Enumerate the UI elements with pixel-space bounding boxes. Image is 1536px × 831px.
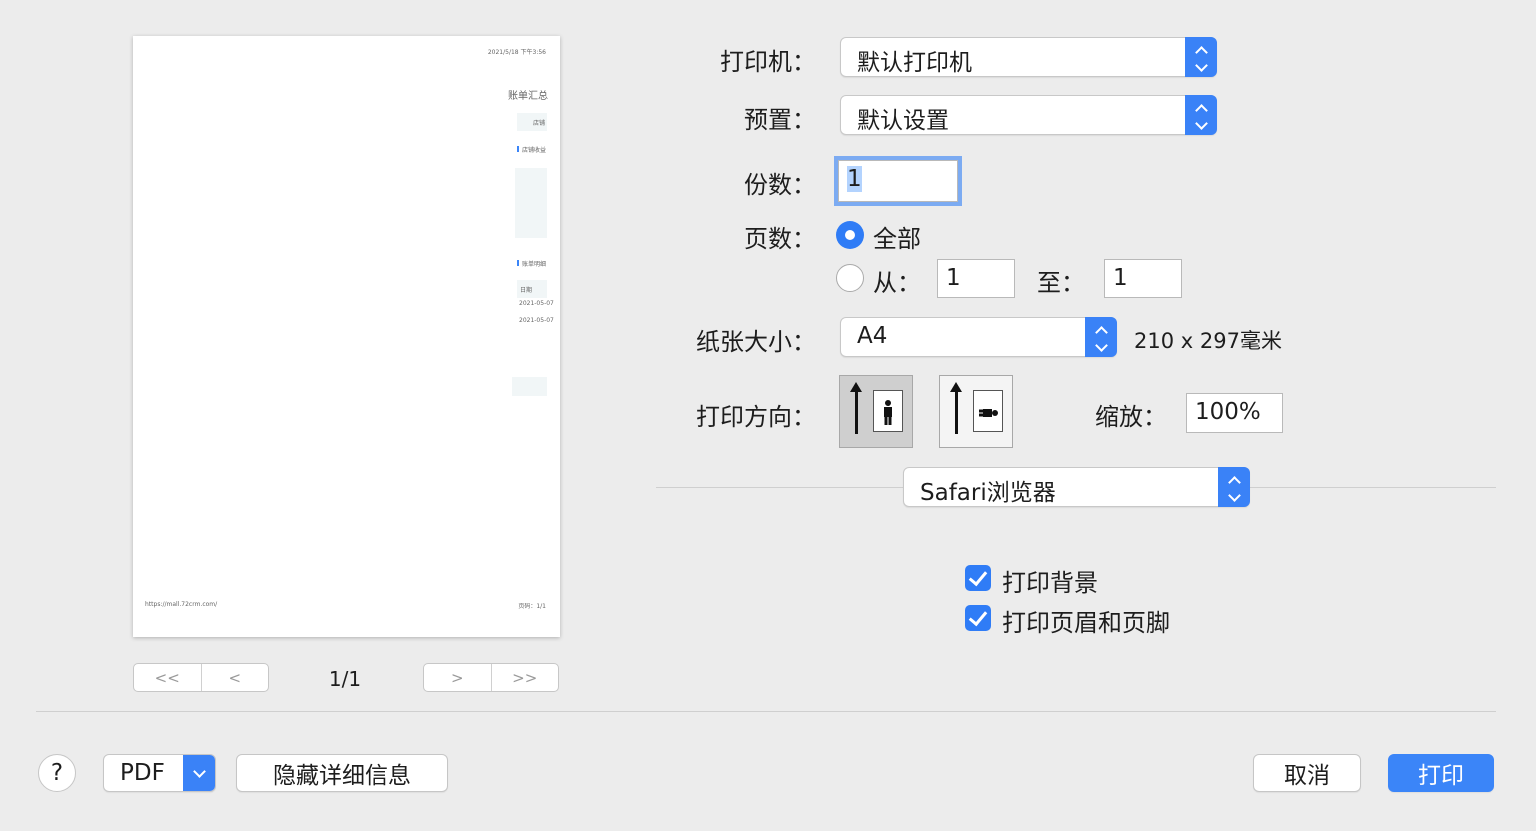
first-page-button[interactable]: << [134, 664, 201, 691]
print-background-label: 打印背景 [1002, 569, 1098, 597]
preview-section-marker [517, 146, 519, 152]
next-page-button[interactable]: > [424, 664, 491, 691]
up-down-chevron-icon [1185, 95, 1217, 135]
preview-col-date: 日期 [520, 287, 533, 294]
print-header-footer-label: 打印页眉和页脚 [1002, 609, 1170, 637]
printer-select[interactable]: 默认打印机 [840, 37, 1217, 77]
bottom-divider [36, 711, 1496, 712]
preview-timestamp: 2021/5/18 下午3:56 [487, 49, 546, 56]
pages-all-radio[interactable] [836, 221, 864, 249]
chevron-down-icon [183, 755, 215, 791]
preview-footer-url: https://mall.72crm.com/ [145, 601, 218, 608]
preview-row-1: 2021-05-07 [519, 300, 554, 307]
preview-store-box: 店铺 [517, 113, 547, 131]
preview-section-income: 店铺收益 [522, 147, 547, 154]
checkmark-icon [968, 566, 988, 586]
help-button[interactable]: ? [38, 754, 76, 792]
preset-label: 预置： [744, 106, 816, 134]
printer-label: 打印机： [720, 48, 816, 76]
previous-page-button[interactable]: < [200, 664, 269, 691]
up-down-chevron-icon [1218, 467, 1250, 507]
landscape-person-icon [973, 390, 1003, 432]
preview-store-label: 店铺 [533, 120, 546, 127]
copies-value: 1 [847, 166, 862, 192]
checkmark-icon [968, 606, 988, 626]
pdf-label: PDF [120, 760, 165, 786]
pages-to-input[interactable]: 1 [1104, 259, 1182, 298]
up-arrow-icon [850, 382, 862, 434]
page-indicator: 1/1 [328, 667, 362, 691]
preview-table-header: 日期 [517, 280, 547, 298]
preview-summary-box [512, 377, 547, 396]
preview-title: 账单汇总 [508, 91, 548, 102]
pages-label: 页数： [744, 225, 816, 253]
section-select[interactable]: Safari浏览器 [903, 467, 1250, 507]
pages-to-label: 至： [1037, 269, 1085, 297]
cancel-button[interactable]: 取消 [1253, 754, 1361, 792]
orientation-label: 打印方向： [696, 403, 816, 431]
copies-label: 份数： [744, 171, 816, 199]
pdf-menu-button[interactable]: PDF [103, 754, 216, 792]
pages-from-input[interactable]: 1 [937, 259, 1015, 298]
preview-section-bill: 账单明细 [522, 261, 547, 268]
preview-footer-page: 页码：1/1 [518, 603, 546, 610]
last-page-button[interactable]: >> [490, 664, 559, 691]
copies-input[interactable]: 1 [834, 156, 962, 206]
landscape-orientation-button[interactable] [939, 375, 1013, 448]
printer-value: 默认打印机 [857, 50, 972, 76]
preview-income-box [515, 168, 547, 238]
pages-from-label: 从： [873, 269, 921, 297]
paper-dimensions: 210 x 297毫米 [1134, 329, 1282, 353]
paper-size-label: 纸张大小： [696, 328, 816, 356]
up-down-chevron-icon [1185, 37, 1217, 77]
print-header-footer-checkbox[interactable] [965, 605, 991, 631]
paper-size-select[interactable]: A4 [840, 317, 1117, 357]
portrait-orientation-button[interactable] [839, 375, 913, 448]
print-preview-page: 2021/5/18 下午3:56 账单汇总 店铺 店铺收益 账单明细 日期 20… [133, 36, 560, 637]
up-arrow-icon [950, 382, 962, 434]
scale-input[interactable]: 100% [1186, 393, 1283, 433]
pager-forward-group: > >> [423, 663, 559, 692]
pages-all-label: 全部 [873, 225, 921, 253]
preview-section-marker-2 [517, 260, 519, 266]
pager-back-group: << < [133, 663, 269, 692]
up-down-chevron-icon [1085, 317, 1117, 357]
portrait-person-icon [873, 390, 903, 432]
print-background-checkbox[interactable] [965, 565, 991, 591]
preset-value: 默认设置 [857, 108, 949, 134]
print-button[interactable]: 打印 [1388, 754, 1494, 792]
paper-size-value: A4 [857, 323, 888, 349]
preset-select[interactable]: 默认设置 [840, 95, 1217, 135]
preview-row-2: 2021-05-07 [519, 317, 554, 324]
hide-details-button[interactable]: 隐藏详细信息 [236, 754, 448, 792]
scale-label: 缩放： [1095, 403, 1167, 431]
pages-range-radio[interactable] [836, 264, 864, 292]
section-value: Safari浏览器 [920, 480, 1056, 506]
